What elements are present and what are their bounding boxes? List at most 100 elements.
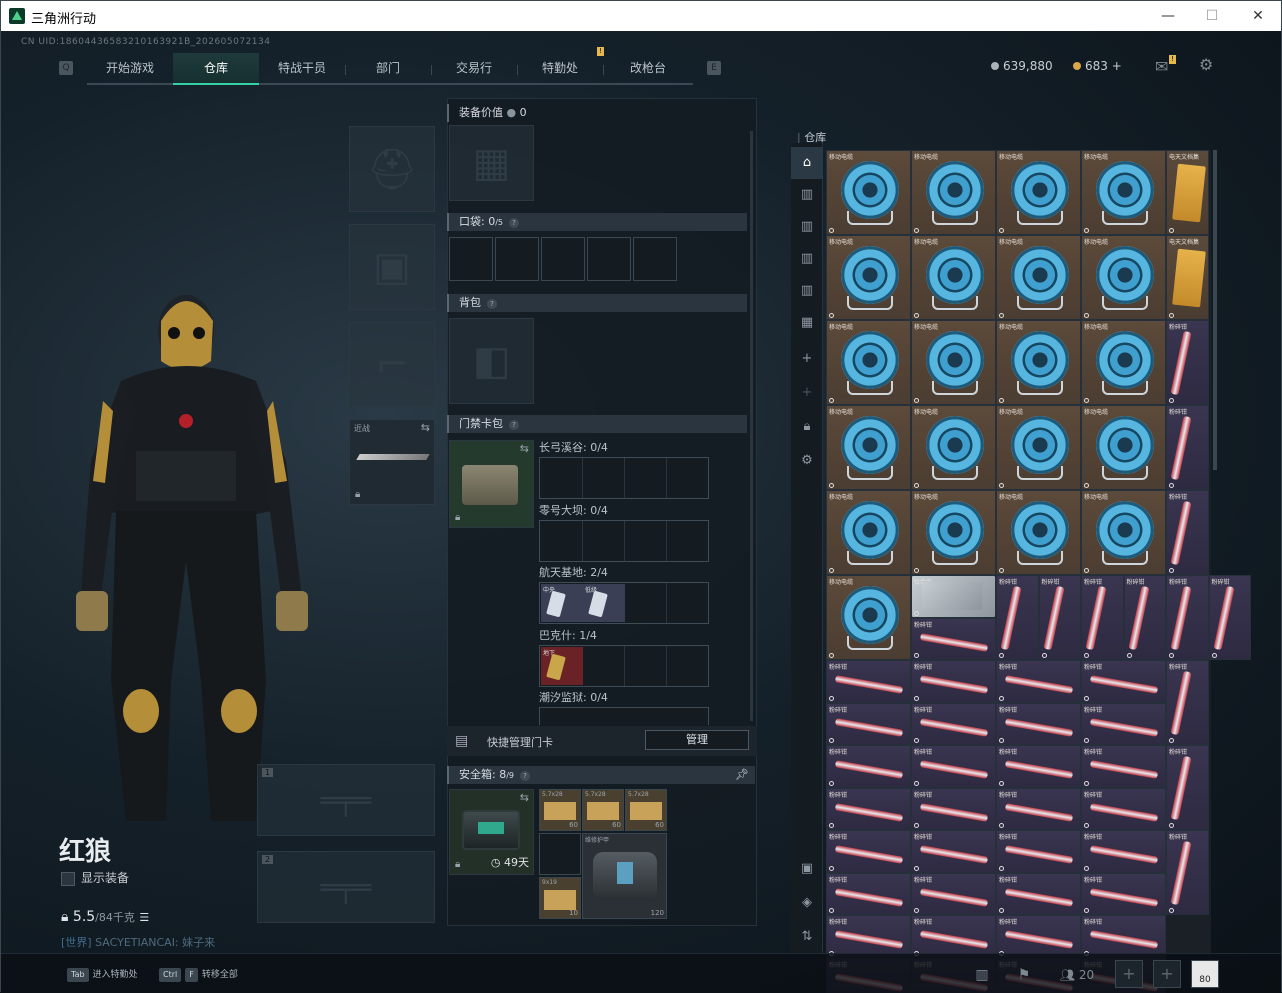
nav-next-key[interactable]: E xyxy=(707,61,721,75)
tab-market[interactable]: 交易行 xyxy=(431,53,517,85)
warehouse-item-pipe[interactable]: 粉碎钳 xyxy=(1081,788,1166,831)
warehouse-item-reel[interactable]: 移动电缆 xyxy=(996,320,1081,405)
warehouse-item-reel[interactable]: 移动电缆 xyxy=(826,575,911,660)
manage-button[interactable]: 管理 xyxy=(645,730,749,750)
rig-slot[interactable]: ▦ xyxy=(449,125,534,201)
warehouse-item-pipe[interactable]: 粉碎钳 xyxy=(996,915,1081,958)
warehouse-item-reel[interactable]: 移动电缆 xyxy=(996,150,1081,235)
settings-gear-icon[interactable]: ⚙ xyxy=(1199,55,1213,74)
warehouse-item-reel[interactable]: 移动电缆 xyxy=(911,320,996,405)
warehouse-item-reel[interactable]: 移动电缆 xyxy=(911,490,996,575)
warehouse-item-reel[interactable]: 移动电缆 xyxy=(826,405,911,490)
warehouse-item-reel[interactable]: 移动电缆 xyxy=(826,490,911,575)
pin-icon[interactable]: 📌︎ xyxy=(735,766,749,784)
warehouse-item-pipe[interactable]: 粉碎钳 xyxy=(911,788,996,831)
close-button[interactable]: ✕ xyxy=(1243,5,1273,27)
help-icon[interactable]: ? xyxy=(509,420,519,430)
warehouse-item-pipe[interactable]: 粉碎钳 xyxy=(1081,915,1166,958)
warehouse-page-1-icon[interactable]: ▥ xyxy=(791,179,823,211)
settings-icon[interactable]: ⚙ xyxy=(791,445,823,477)
keycard-row[interactable] xyxy=(539,457,709,499)
warehouse-item-pipe[interactable]: 粉碎钳 xyxy=(826,745,911,788)
keycard-item[interactable]: 中央 xyxy=(541,584,583,622)
warehouse-item-pipe[interactable]: 粉碎钳 xyxy=(1039,575,1082,660)
tab-department[interactable]: 部门 xyxy=(345,53,431,85)
layers-icon[interactable]: ◈ xyxy=(791,887,823,919)
help-icon[interactable]: ? xyxy=(520,771,530,781)
warehouse-item-reel[interactable]: 移动电缆 xyxy=(996,405,1081,490)
armor-slot[interactable]: ▣ xyxy=(349,224,435,310)
warehouse-item-pipe[interactable]: 粉碎钳 xyxy=(911,873,996,916)
warehouse-item-reel[interactable]: 移动电缆 xyxy=(911,405,996,490)
warehouse-item-reel[interactable]: 移动电缆 xyxy=(996,490,1081,575)
primary-weapon-slot[interactable]: 1═╤═ xyxy=(257,764,435,836)
warehouse-item-reel[interactable]: 移动电缆 xyxy=(1081,490,1166,575)
filter-icon[interactable]: ▣ xyxy=(791,853,823,885)
world-chat-line[interactable]: [世界] SACYETIANCAI: 妹子来 xyxy=(61,934,215,950)
warehouse-item-reel[interactable]: 移动电缆 xyxy=(911,150,996,235)
swap-icon[interactable]: ⇆ xyxy=(520,791,529,804)
warehouse-item-reel[interactable]: 移动电缆 xyxy=(911,235,996,320)
warehouse-item-pipe[interactable]: 粉碎钳 xyxy=(911,830,996,873)
tab-warehouse[interactable]: 仓库 xyxy=(173,53,259,85)
warehouse-item-reel[interactable]: 移动电缆 xyxy=(1081,150,1166,235)
warehouse-item-pipe[interactable]: 粉碎钳 xyxy=(826,830,911,873)
warehouse-page-4-icon[interactable]: ▥ xyxy=(791,275,823,307)
warehouse-item-pipe[interactable]: 粉碎钳 xyxy=(996,745,1081,788)
warehouse-item-doc[interactable]: 电天文档集 xyxy=(1166,150,1209,235)
nav-prev-key[interactable]: Q xyxy=(59,61,73,75)
melee-slot[interactable]: 近战 ⇆ 🔒︎ xyxy=(349,419,435,505)
warehouse-item-reel[interactable]: 移动电缆 xyxy=(826,150,911,235)
enter-special-ops-hint[interactable]: Tab进入特勤处 xyxy=(67,967,138,982)
keycard-row[interactable]: 地下 xyxy=(539,645,709,687)
warehouse-item-pipe[interactable]: 粉碎钳 xyxy=(826,660,911,703)
list-icon[interactable]: ☰ xyxy=(139,911,149,924)
warehouse-item-pipe[interactable]: 粉碎钳 xyxy=(911,703,996,746)
warehouse-item-pipe[interactable]: 粉碎钳 xyxy=(911,660,996,703)
keycard-item[interactable]: 地下 xyxy=(541,647,583,685)
show-equipment-toggle[interactable]: 显示装备 xyxy=(61,869,129,886)
ammo-item[interactable]: 5.7x2860 xyxy=(625,789,667,831)
currency-premium[interactable]: 683 + xyxy=(1073,59,1122,73)
warehouse-item-pipe[interactable]: 粉碎钳 xyxy=(1166,830,1209,915)
safebox-slot[interactable]: ⇆ 🔒︎ ◷ 49天 xyxy=(449,789,534,875)
warehouse-item-pipe[interactable]: 粉碎钳 xyxy=(1166,320,1209,405)
invite-slot-button[interactable]: + xyxy=(1153,960,1181,988)
warehouse-page-3-icon[interactable]: ▥ xyxy=(791,243,823,275)
add-currency-button[interactable]: + xyxy=(1112,59,1122,73)
warehouse-item-pipe[interactable]: 粉碎钳 xyxy=(1081,873,1166,916)
warehouse-item-pipe[interactable]: 粉碎钳 xyxy=(1166,490,1209,575)
swap-icon[interactable]: ⇆ xyxy=(520,442,529,455)
keycard-row[interactable] xyxy=(539,707,709,725)
warehouse-item-pipe[interactable]: 粉碎钳 xyxy=(1166,405,1209,490)
warehouse-item-reel[interactable]: 移动电缆 xyxy=(1081,405,1166,490)
warehouse-item-pipe[interactable]: 粉碎钳 xyxy=(996,830,1081,873)
minimize-button[interactable]: — xyxy=(1153,5,1183,27)
warehouse-item-reel[interactable]: 移动电缆 xyxy=(826,320,911,405)
warehouse-item-pipe[interactable]: 粉碎钳 xyxy=(1081,660,1166,703)
warehouse-scrollbar[interactable] xyxy=(1213,150,1217,470)
transfer-all-hint[interactable]: CtrlF转移全部 xyxy=(159,967,238,982)
checkbox[interactable] xyxy=(61,872,75,886)
warehouse-item-pipe[interactable]: 粉碎钳 xyxy=(1081,745,1166,788)
help-icon[interactable]: ? xyxy=(509,218,519,228)
warehouse-item-pipe[interactable]: 粉碎钳 xyxy=(1081,703,1166,746)
warehouse-item-pipe[interactable]: 粉碎钳 xyxy=(826,873,911,916)
help-icon[interactable]: ? xyxy=(487,299,497,309)
warehouse-item-reel[interactable]: 移动电缆 xyxy=(826,235,911,320)
warehouse-item-doc[interactable]: 电天文档集 xyxy=(1166,235,1209,320)
stats-chart-icon[interactable]: ▥ xyxy=(969,962,995,988)
pocket-slot[interactable] xyxy=(587,237,631,281)
ammo-item[interactable]: 5.7x2860 xyxy=(582,789,624,831)
pocket-slot[interactable] xyxy=(449,237,493,281)
armor-repair-item[interactable]: 维修护甲120 xyxy=(582,833,667,919)
keycard-case-slot[interactable]: ⇆ 🔒︎ xyxy=(449,440,534,528)
add-page-icon[interactable]: + xyxy=(791,377,823,409)
warehouse-item-reel[interactable]: 移动电缆 xyxy=(1081,235,1166,320)
warehouse-page-5-icon[interactable]: ▦ xyxy=(791,307,823,339)
warehouse-item-pipe[interactable]: 粉碎钳 xyxy=(911,915,996,958)
warehouse-item-pipe[interactable]: 粉碎钳 xyxy=(1081,830,1166,873)
player-avatar[interactable]: 80 xyxy=(1191,960,1219,988)
loadout-scrollbar[interactable] xyxy=(750,131,753,721)
mail-icon[interactable]: ✉ xyxy=(1155,57,1168,76)
